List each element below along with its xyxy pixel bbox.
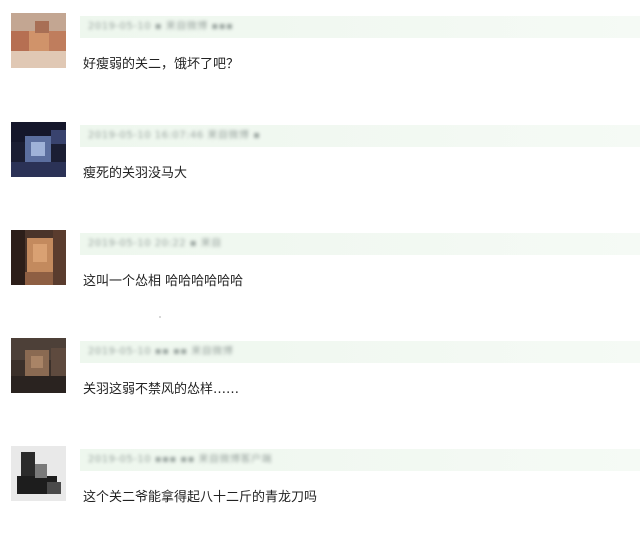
divider-dot [159, 316, 161, 318]
avatar[interactable] [11, 13, 66, 68]
comment-meta: 2019-05-10 ▪▪ ▪▪ 来自微博 [88, 346, 234, 357]
avatar[interactable] [11, 338, 66, 393]
comment-meta-bar: 2019-05-10 ▪▪ ▪▪ 来自微博 [80, 341, 640, 363]
comment-text: 这叫一个怂相 哈哈哈哈哈哈 [83, 274, 244, 289]
comment-text: 这个关二爷能拿得起八十二斤的青龙刀吗 [83, 490, 318, 505]
comment-meta-bar: 2019-05-10 ▪▪▪ ▪▪ 来自微博客户端 [80, 449, 640, 471]
avatar[interactable] [11, 230, 66, 285]
avatar[interactable] [11, 446, 66, 501]
comment-meta: 2019-05-10 20:22 ▪ 来自 [88, 238, 222, 249]
comment-text: 好瘦弱的关二，饿坏了吧？ [83, 57, 240, 72]
comment-text: 瘦死的关羽没马大 [83, 166, 188, 181]
avatar[interactable] [11, 122, 66, 177]
comment-meta-bar: 2019-05-10 ▪ 来自微博 ▪▪▪ [80, 16, 640, 38]
comment-meta-bar: 2019-05-10 16:07:46 来自微博 ▪ [80, 125, 640, 147]
comment-meta-bar: 2019-05-10 20:22 ▪ 来自 [80, 233, 640, 255]
comment-meta: 2019-05-10 ▪▪▪ ▪▪ 来自微博客户端 [88, 454, 273, 465]
comment-meta: 2019-05-10 ▪ 来自微博 ▪▪▪ [88, 21, 234, 32]
comment-meta: 2019-05-10 16:07:46 来自微博 ▪ [88, 130, 261, 141]
comment-text: 关羽这弱不禁风的怂样…… [83, 382, 240, 397]
